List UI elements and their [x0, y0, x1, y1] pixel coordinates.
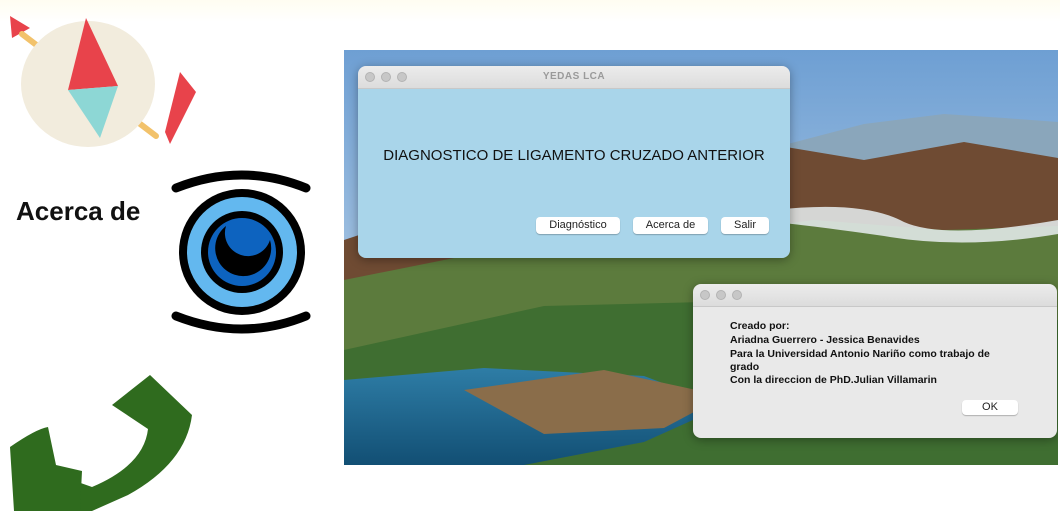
zoom-dialog-button[interactable]: [732, 290, 742, 300]
main-heading: DIAGNOSTICO DE LIGAMENTO CRUZADO ANTERIO…: [383, 147, 765, 164]
about-dialog-body: Creado por: Ariadna Guerrero - Jessica B…: [693, 307, 1057, 438]
main-window-title: YEDAS LCA: [542, 71, 606, 82]
about-credit-line: Para la Universidad Antonio Nariño como …: [730, 348, 990, 360]
ok-button[interactable]: OK: [962, 400, 1018, 415]
return-arrow-icon: [10, 375, 192, 511]
diagnostico-button[interactable]: Diagnóstico: [536, 217, 620, 234]
about-credit-line: grado: [730, 361, 760, 373]
minimize-dialog-button[interactable]: [716, 290, 726, 300]
about-credit-line: Ariadna Guerrero - Jessica Benavides: [730, 334, 920, 346]
main-window-titlebar: YEDAS LCA: [358, 66, 790, 89]
about-dialog-titlebar: [693, 284, 1057, 307]
salir-button[interactable]: Salir: [721, 217, 769, 234]
about-dialog: Creado por: Ariadna Guerrero - Jessica B…: [693, 284, 1057, 438]
acerca-de-button[interactable]: Acerca de: [633, 217, 708, 234]
about-credit-line: Con la direccion de PhD.Julian Villamari…: [730, 374, 937, 386]
eye-icon: [171, 170, 311, 334]
about-credit-line: Creado por:: [730, 320, 790, 332]
main-window: YEDAS LCA DIAGNOSTICO DE LIGAMENTO CRUZA…: [358, 66, 790, 258]
slide-heading: Acerca de: [16, 196, 141, 226]
app-screenshot: YEDAS LCA DIAGNOSTICO DE LIGAMENTO CRUZA…: [344, 50, 1058, 465]
compass-icon: [10, 16, 196, 147]
close-dialog-button[interactable]: [700, 290, 710, 300]
main-window-body: DIAGNOSTICO DE LIGAMENTO CRUZADO ANTERIO…: [358, 89, 790, 258]
